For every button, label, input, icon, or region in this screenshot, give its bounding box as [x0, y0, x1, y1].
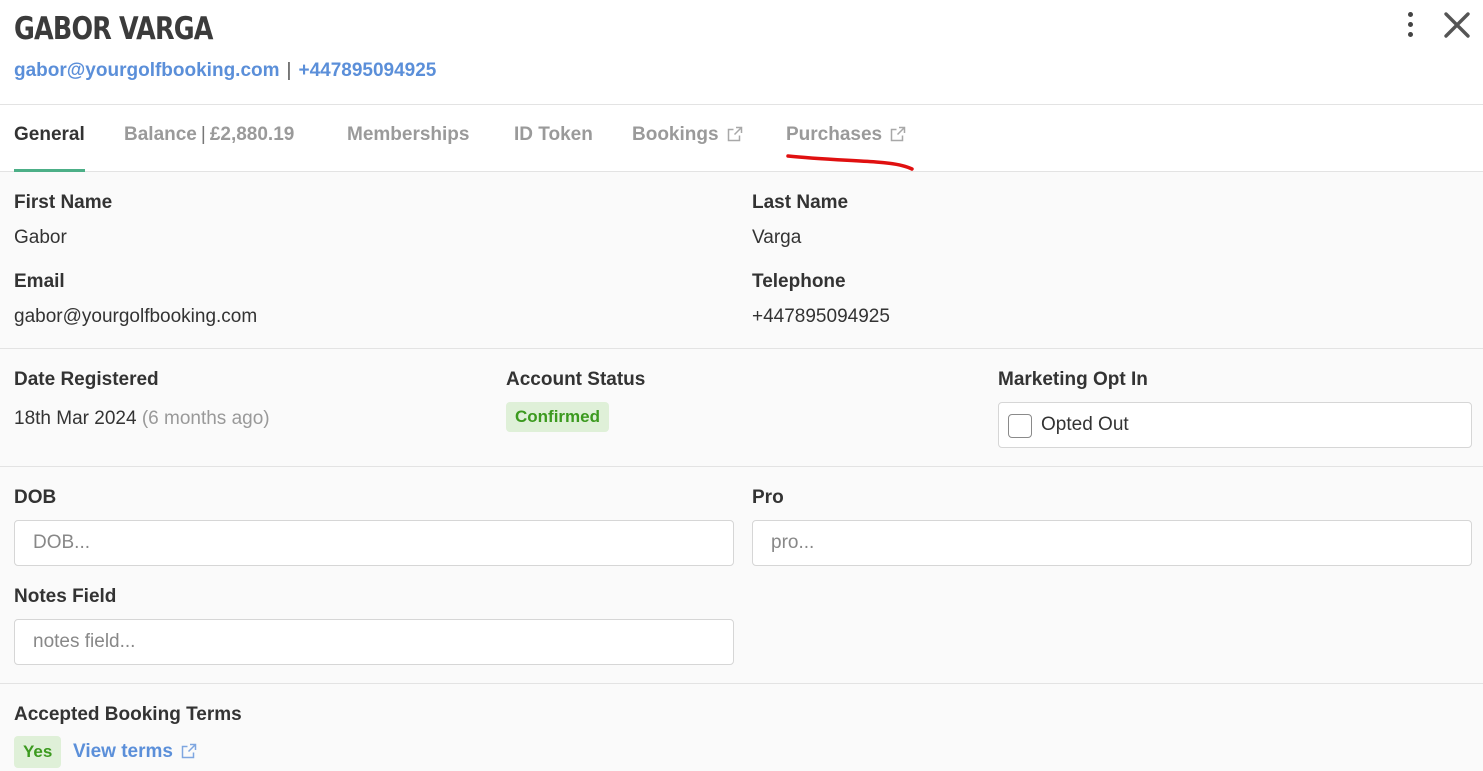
- tab-label: General: [14, 124, 85, 145]
- customer-email-link[interactable]: gabor@yourgolfbooking.com: [14, 60, 280, 81]
- tab-label: ID Token: [514, 124, 593, 145]
- date-registered: 18th Mar 2024: [14, 408, 137, 429]
- custom-fields-section: DOB Pro Notes Field: [0, 467, 1483, 684]
- email-value: gabor@yourgolfbooking.com: [14, 306, 258, 327]
- customer-name: GABOR VARGA: [14, 11, 213, 47]
- booking-terms-label: Accepted Booking Terms: [14, 704, 242, 725]
- tab-separator: |: [200, 124, 206, 145]
- marketing-checkbox[interactable]: [1008, 414, 1032, 438]
- marketing-opt-in-value: Opted Out: [1041, 414, 1129, 435]
- view-terms-label: View terms: [73, 741, 173, 762]
- date-relative: (6 months ago): [141, 408, 270, 429]
- telephone-label: Telephone: [752, 271, 846, 292]
- personal-details-section: First Name Gabor Last Name Varga Email g…: [0, 172, 1483, 349]
- external-link-icon: [181, 743, 197, 765]
- marketing-opt-in-toggle[interactable]: Opted Out: [998, 402, 1472, 448]
- marketing-opt-in-label: Marketing Opt In: [998, 369, 1148, 390]
- external-link-icon: [727, 126, 743, 148]
- customer-phone-link[interactable]: +447895094925: [298, 60, 436, 81]
- close-icon[interactable]: [1441, 9, 1473, 41]
- date-registered-value: 18th Mar 2024 (6 months ago): [14, 408, 270, 430]
- customer-header: GABOR VARGA gabor@yourgolfbooking.com | +4…: [0, 0, 1483, 105]
- tab-general[interactable]: General: [14, 105, 85, 172]
- annotation-underline: [786, 154, 914, 171]
- dob-label: DOB: [14, 487, 57, 508]
- booking-terms-section: Accepted Booking Terms Yes View terms: [0, 684, 1483, 771]
- tab-label: Bookings: [632, 124, 719, 145]
- contact-separator: |: [286, 60, 292, 81]
- email-label: Email: [14, 271, 65, 292]
- dob-input[interactable]: [14, 520, 734, 566]
- date-registered-label: Date Registered: [14, 369, 159, 390]
- tab-label: Balance: [124, 124, 197, 145]
- first-name-value: Gabor: [14, 227, 67, 248]
- status-badge: Confirmed: [506, 402, 609, 432]
- tab-memberships[interactable]: Memberships: [347, 105, 469, 172]
- last-name-value: Varga: [752, 227, 802, 248]
- external-link-icon: [890, 126, 906, 148]
- view-terms-link[interactable]: View terms: [73, 741, 197, 765]
- telephone-value: +447895094925: [752, 306, 890, 327]
- contact-line: gabor@yourgolfbooking.com | +447895094925: [14, 60, 436, 82]
- pro-input[interactable]: [752, 520, 1472, 566]
- tab-label: Memberships: [347, 124, 470, 145]
- terms-accepted-badge: Yes: [14, 736, 62, 768]
- last-name-label: Last Name: [752, 192, 849, 213]
- first-name-label: First Name: [14, 192, 113, 213]
- notes-field-label: Notes Field: [14, 586, 117, 607]
- tab-balance[interactable]: Balance | £2,880.19: [124, 105, 294, 172]
- tab-id-token[interactable]: ID Token: [514, 105, 593, 172]
- tab-label: Purchases: [786, 124, 883, 145]
- general-panel: First Name Gabor Last Name Varga Email g…: [0, 172, 1483, 771]
- more-options-icon[interactable]: [1398, 10, 1422, 40]
- balance-amount: £2,880.19: [209, 124, 295, 145]
- tab-bar: General Balance | £2,880.19 Memberships ID…: [0, 105, 1483, 172]
- pro-label: Pro: [752, 487, 784, 508]
- notes-field-input[interactable]: [14, 619, 734, 665]
- account-status-label: Account Status: [506, 369, 646, 390]
- tab-bookings[interactable]: Bookings: [632, 105, 743, 172]
